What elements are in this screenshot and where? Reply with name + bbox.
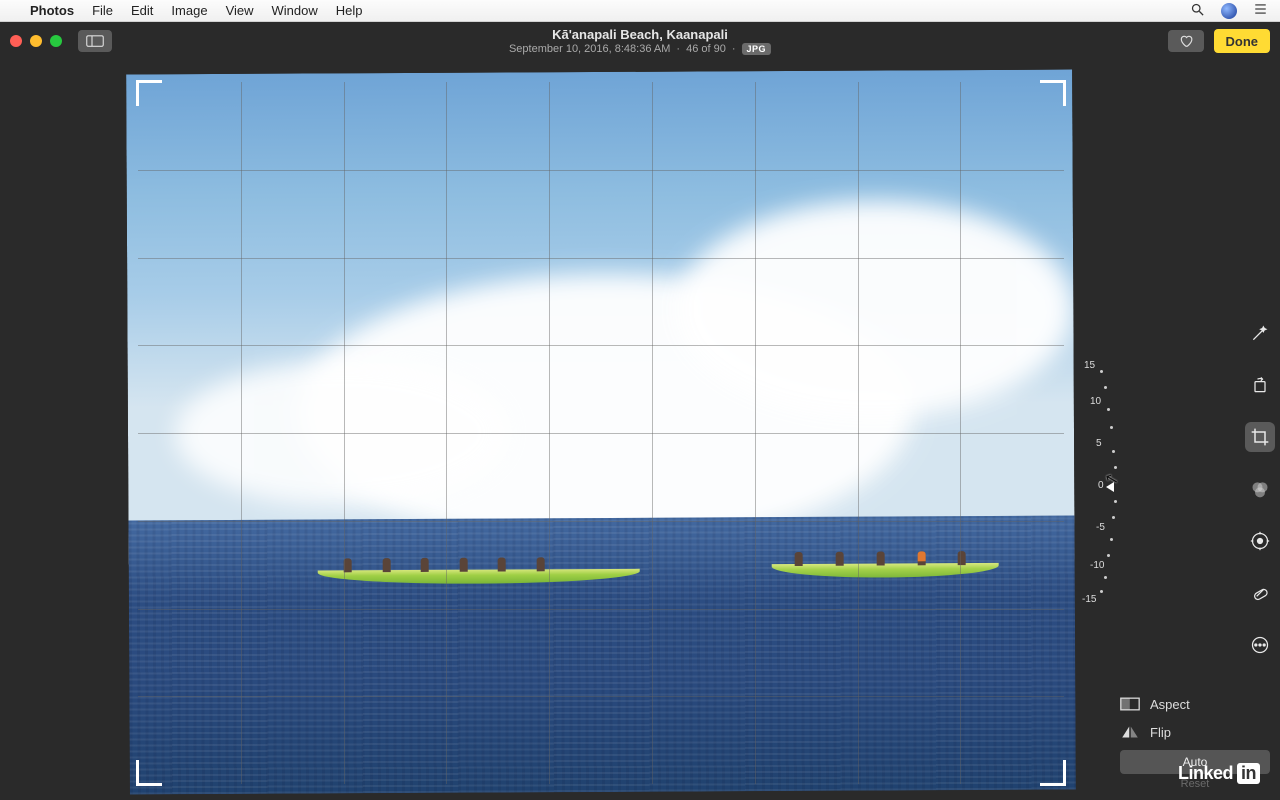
retouch-tool[interactable] <box>1245 578 1275 608</box>
aspect-button[interactable]: Aspect <box>1120 690 1270 718</box>
status-menu-icon[interactable] <box>1221 3 1237 19</box>
window-controls <box>10 35 62 47</box>
crop-handle-tl[interactable] <box>136 80 162 106</box>
app-menu[interactable]: Photos <box>30 3 74 18</box>
rotate-tool[interactable] <box>1245 370 1275 400</box>
edit-area: 15 10 5 0 -5 -10 -15 ↖ Aspect Flip <box>0 60 1280 800</box>
menu-help[interactable]: Help <box>336 3 363 18</box>
app-titlebar: Kā'anapali Beach, Kaanapali September 10… <box>0 22 1280 60</box>
close-window-button[interactable] <box>10 35 22 47</box>
photo-date: September 10, 2016, 8:48:36 AM <box>509 43 670 55</box>
menu-file[interactable]: File <box>92 3 113 18</box>
flip-label: Flip <box>1150 725 1171 740</box>
title-block: Kā'anapali Beach, Kaanapali September 10… <box>509 27 771 55</box>
crop-overlay[interactable] <box>138 82 1064 784</box>
format-badge: JPG <box>742 43 772 55</box>
crop-controls: Aspect Flip Auto Reset Linkedin <box>1120 690 1270 790</box>
crop-handle-tr[interactable] <box>1040 80 1066 106</box>
auto-enhance-tool[interactable] <box>1245 318 1275 348</box>
filters-tool[interactable] <box>1245 474 1275 504</box>
menu-image[interactable]: Image <box>171 3 207 18</box>
more-tool[interactable] <box>1245 630 1275 660</box>
minimize-window-button[interactable] <box>30 35 42 47</box>
menu-edit[interactable]: Edit <box>131 3 153 18</box>
notification-center-icon[interactable] <box>1253 2 1268 19</box>
crop-handle-bl[interactable] <box>136 760 162 786</box>
crop-tool[interactable] <box>1245 422 1275 452</box>
spotlight-icon[interactable] <box>1190 2 1205 20</box>
favorite-button[interactable] <box>1168 30 1204 52</box>
flip-button[interactable]: Flip <box>1120 718 1270 746</box>
menu-window[interactable]: Window <box>272 3 318 18</box>
macos-menubar: Photos File Edit Image View Window Help <box>0 0 1280 22</box>
done-button[interactable]: Done <box>1214 29 1271 53</box>
aspect-label: Aspect <box>1150 697 1190 712</box>
sidebar-toggle-button[interactable] <box>78 30 112 52</box>
linkedin-watermark: Linkedin <box>1178 763 1260 784</box>
photo-title: Kā'anapali Beach, Kaanapali <box>509 27 771 42</box>
edit-tool-strip <box>1240 318 1280 660</box>
fullscreen-window-button[interactable] <box>50 35 62 47</box>
crop-handle-br[interactable] <box>1040 760 1066 786</box>
adjust-tool[interactable] <box>1245 526 1275 556</box>
photo-counter: 46 of 90 <box>686 43 726 55</box>
menu-view[interactable]: View <box>226 3 254 18</box>
